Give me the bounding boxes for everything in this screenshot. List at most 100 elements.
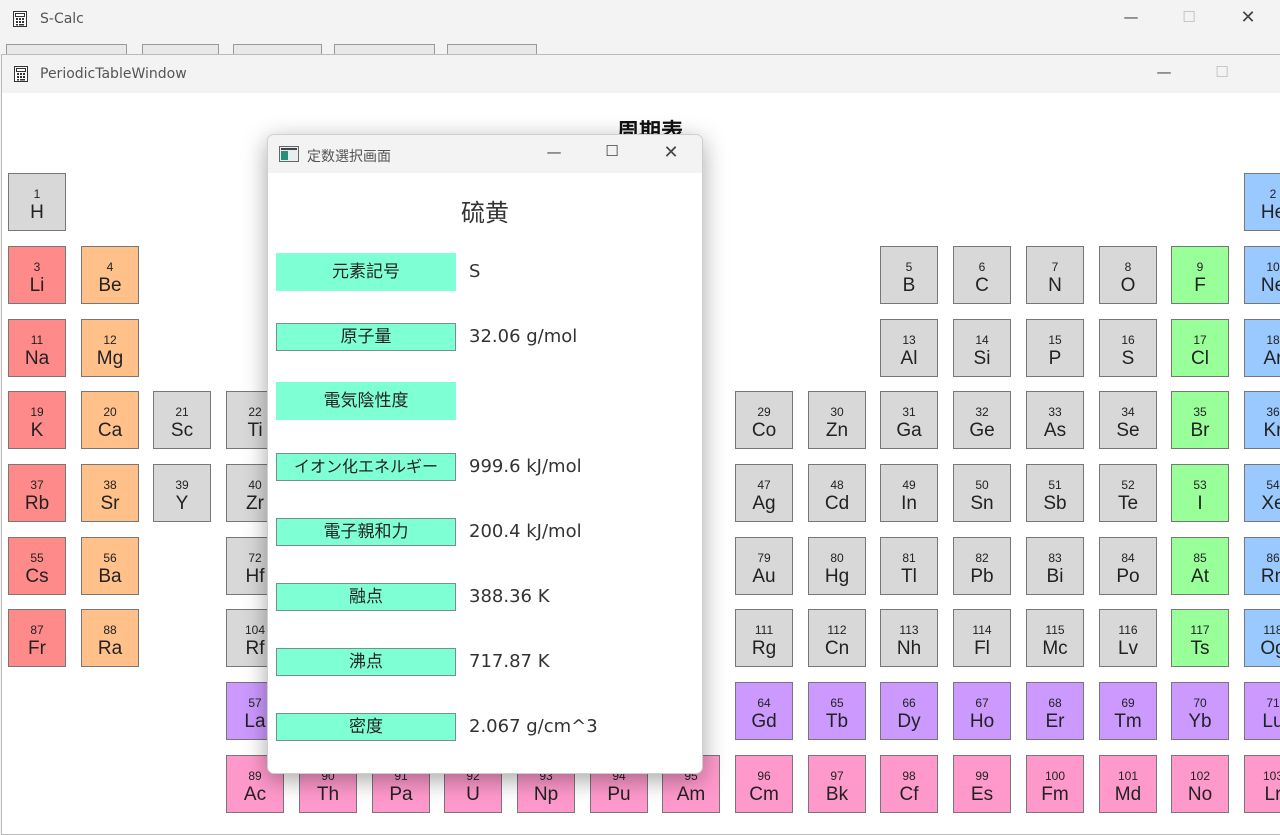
element-cell-sb[interactable]: 51 Sb xyxy=(1026,464,1084,522)
melting-point-button[interactable]: 融点 xyxy=(276,583,456,611)
element-cell-bk[interactable]: 97 Bk xyxy=(808,755,866,813)
density-button[interactable]: 密度 xyxy=(276,713,456,741)
element-cell-h[interactable]: 1H xyxy=(8,173,66,231)
atomic-number: 66 xyxy=(902,696,916,710)
element-cell-c[interactable]: 6C xyxy=(953,246,1011,304)
element-cell-he[interactable]: 2 He xyxy=(1244,173,1280,231)
element-cell-br[interactable]: 35 Br xyxy=(1171,391,1229,449)
element-cell-se[interactable]: 34 Se xyxy=(1099,391,1157,449)
element-cell-er[interactable]: 68 Er xyxy=(1026,682,1084,740)
element-cell-si[interactable]: 14 Si xyxy=(953,319,1011,377)
element-cell-be[interactable]: 4 Be xyxy=(81,246,139,304)
element-cell-ag[interactable]: 47 Ag xyxy=(735,464,793,522)
element-cell-md[interactable]: 101 Md xyxy=(1099,755,1157,813)
element-cell-ne[interactable]: 10 Ne xyxy=(1244,246,1280,304)
element-cell-rb[interactable]: 37 Rb xyxy=(8,464,66,522)
element-cell-cd[interactable]: 48 Cd xyxy=(808,464,866,522)
element-cell-f[interactable]: 9F xyxy=(1171,246,1229,304)
element-cell-rn[interactable]: 86 Rn xyxy=(1244,537,1280,595)
element-cell-s[interactable]: 16 S xyxy=(1099,319,1157,377)
element-cell-na[interactable]: 11 Na xyxy=(8,319,66,377)
element-cell-y[interactable]: 39 Y xyxy=(153,464,211,522)
element-cell-te[interactable]: 52 Te xyxy=(1099,464,1157,522)
element-cell-fm[interactable]: 100 Fm xyxy=(1026,755,1084,813)
element-symbol: Ar xyxy=(1263,348,1280,369)
atomic-number: 47 xyxy=(757,478,771,492)
electron-affinity-button[interactable]: 電子親和力 xyxy=(276,518,456,546)
element-cell-bi[interactable]: 83 Bi xyxy=(1026,537,1084,595)
element-cell-at[interactable]: 85 At xyxy=(1171,537,1229,595)
element-cell-lv[interactable]: 116 Lv xyxy=(1099,609,1157,667)
atomic-number: 21 xyxy=(175,405,189,419)
element-cell-sc[interactable]: 21 Sc xyxy=(153,391,211,449)
element-cell-ho[interactable]: 67 Ho xyxy=(953,682,1011,740)
element-cell-fl[interactable]: 114 Fl xyxy=(953,609,1011,667)
element-cell-cm[interactable]: 96 Cm xyxy=(735,755,793,813)
element-cell-au[interactable]: 79 Au xyxy=(735,537,793,595)
minimize-button[interactable]: — xyxy=(1144,63,1184,81)
element-cell-cl[interactable]: 17 Cl xyxy=(1171,319,1229,377)
element-cell-sr[interactable]: 38 Sr xyxy=(81,464,139,522)
element-cell-po[interactable]: 84 Po xyxy=(1099,537,1157,595)
element-cell-hg[interactable]: 80 Hg xyxy=(808,537,866,595)
element-cell-lr[interactable]: 103 Lr xyxy=(1244,755,1280,813)
element-cell-lu[interactable]: 71 Lu xyxy=(1244,682,1280,740)
element-cell-co[interactable]: 29 Co xyxy=(735,391,793,449)
atomic-number: 16 xyxy=(1121,333,1135,347)
close-button[interactable]: ✕ xyxy=(1228,7,1268,28)
element-cell-pb[interactable]: 82 Pb xyxy=(953,537,1011,595)
dialog-minimize-button[interactable]: — xyxy=(534,143,574,161)
element-cell-al[interactable]: 13 Al xyxy=(880,319,938,377)
element-cell-no[interactable]: 102 No xyxy=(1171,755,1229,813)
element-cell-og[interactable]: 118Og xyxy=(1244,609,1280,667)
element-cell-as[interactable]: 33 As xyxy=(1026,391,1084,449)
element-cell-ca[interactable]: 20 Ca xyxy=(81,391,139,449)
electronegativity-button[interactable]: 電気陰性度 xyxy=(276,382,456,420)
maximize-button[interactable]: ☐ xyxy=(1169,8,1209,26)
element-cell-zn[interactable]: 30 Zn xyxy=(808,391,866,449)
element-cell-b[interactable]: 5B xyxy=(880,246,938,304)
element-cell-cs[interactable]: 55 Cs xyxy=(8,537,66,595)
minimize-button[interactable]: — xyxy=(1111,8,1151,26)
element-cell-nh[interactable]: 113 Nh xyxy=(880,609,938,667)
element-cell-cf[interactable]: 98 Cf xyxy=(880,755,938,813)
element-symbol: Xe xyxy=(1261,493,1280,514)
element-cell-tl[interactable]: 81 Tl xyxy=(880,537,938,595)
element-cell-i[interactable]: 53 I xyxy=(1171,464,1229,522)
element-cell-xe[interactable]: 54 Xe xyxy=(1244,464,1280,522)
element-cell-es[interactable]: 99 Es xyxy=(953,755,1011,813)
element-cell-gd[interactable]: 64 Gd xyxy=(735,682,793,740)
element-cell-yb[interactable]: 70 Yb xyxy=(1171,682,1229,740)
constant-selection-dialog: 定数選択画面 — ☐ ✕ 硫黄 元素記号 S 原子量 32.06 g/mol 電… xyxy=(267,134,703,774)
element-cell-kr[interactable]: 36 Kr xyxy=(1244,391,1280,449)
element-cell-li[interactable]: 3 Li xyxy=(8,246,66,304)
element-cell-sn[interactable]: 50 Sn xyxy=(953,464,1011,522)
element-cell-rg[interactable]: 111 Rg xyxy=(735,609,793,667)
element-cell-n[interactable]: 7N xyxy=(1026,246,1084,304)
element-symbol: Md xyxy=(1114,784,1142,805)
ionization-energy-button[interactable]: イオン化エネルギー xyxy=(276,453,456,481)
element-cell-ge[interactable]: 32 Ge xyxy=(953,391,1011,449)
element-cell-ga[interactable]: 31 Ga xyxy=(880,391,938,449)
element-cell-in[interactable]: 49 In xyxy=(880,464,938,522)
element-cell-k[interactable]: 19 K xyxy=(8,391,66,449)
dialog-close-button[interactable]: ✕ xyxy=(651,142,691,163)
symbol-button[interactable]: 元素記号 xyxy=(276,253,456,291)
element-cell-ar[interactable]: 18 Ar xyxy=(1244,319,1280,377)
element-cell-cn[interactable]: 112 Cn xyxy=(808,609,866,667)
element-cell-mg[interactable]: 12 Mg xyxy=(81,319,139,377)
element-cell-o[interactable]: 8O xyxy=(1099,246,1157,304)
maximize-button[interactable]: ☐ xyxy=(1202,63,1242,81)
dialog-maximize-button[interactable]: ☐ xyxy=(592,142,632,160)
element-cell-fr[interactable]: 87 Fr xyxy=(8,609,66,667)
element-cell-dy[interactable]: 66 Dy xyxy=(880,682,938,740)
element-cell-ra[interactable]: 88 Ra xyxy=(81,609,139,667)
element-cell-ts[interactable]: 117 Ts xyxy=(1171,609,1229,667)
element-cell-mc[interactable]: 115 Mc xyxy=(1026,609,1084,667)
element-cell-tm[interactable]: 69 Tm xyxy=(1099,682,1157,740)
element-cell-ba[interactable]: 56 Ba xyxy=(81,537,139,595)
boiling-point-button[interactable]: 沸点 xyxy=(276,648,456,676)
atomic-mass-button[interactable]: 原子量 xyxy=(276,323,456,351)
element-cell-tb[interactable]: 65 Tb xyxy=(808,682,866,740)
element-cell-p[interactable]: 15 P xyxy=(1026,319,1084,377)
